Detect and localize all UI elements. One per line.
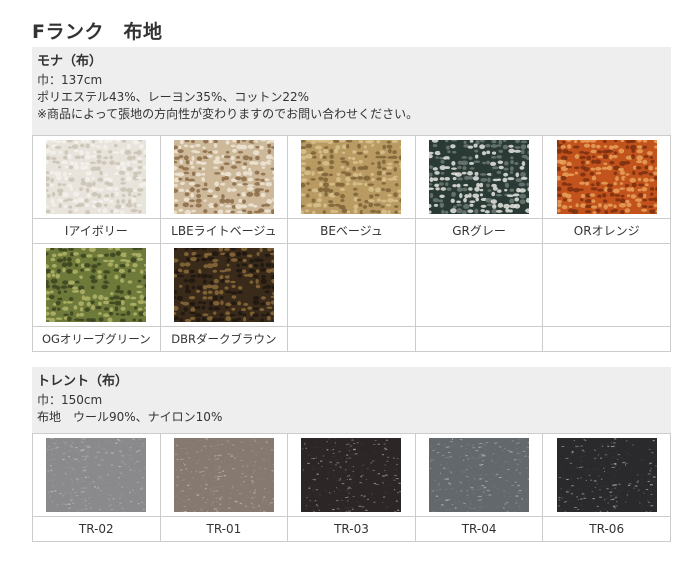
swatch-label: ORオレンジ <box>542 218 671 244</box>
fabric-name: モナ（布） <box>37 54 103 69</box>
swatch-label: LBEライトベージュ <box>159 218 289 244</box>
section-torrent: トレント（布） 巾：150cm 布地 ウール90%、ナイロン10% TR-02 … <box>32 367 671 542</box>
fabric-swatch[interactable] <box>46 248 147 322</box>
fabric-swatch[interactable] <box>173 248 274 322</box>
swatch-cell[interactable] <box>287 433 416 517</box>
swatch-cell[interactable] <box>32 433 161 517</box>
fabric-swatch[interactable] <box>173 438 274 512</box>
fabric-swatch[interactable] <box>429 140 530 214</box>
swatch-cell[interactable] <box>159 243 289 327</box>
fabric-width: 巾：150cm <box>37 393 103 407</box>
swatch-label: TR-02 <box>32 516 161 542</box>
rank-title: Fランク 布地 <box>32 21 163 43</box>
swatch-label: TR-06 <box>542 516 671 542</box>
fabric-swatch[interactable] <box>429 438 530 512</box>
fabric-swatch[interactable] <box>556 140 657 214</box>
fabric-composition: 布地 ウール90%、ナイロン10% <box>37 410 223 424</box>
section-header: モナ（布） 巾：137cm ポリエステル43%、レーヨン35%、コットン22% … <box>32 47 671 135</box>
fabric-composition: ポリエステル43%、レーヨン35%、コットン22% <box>37 90 310 104</box>
swatch-cell[interactable] <box>414 135 544 219</box>
swatch-cell[interactable] <box>542 433 671 517</box>
swatch-cell[interactable] <box>159 135 289 219</box>
swatch-cell[interactable] <box>542 135 671 219</box>
swatch-label: TR-01 <box>159 516 289 542</box>
fabric-swatch[interactable] <box>556 438 657 512</box>
fabric-note: ※商品によって張地の方向性が変わりますのでお問い合わせください。 <box>37 107 419 121</box>
swatch-cell[interactable] <box>414 433 544 517</box>
swatch-label: Iアイボリー <box>32 218 161 244</box>
section-header: トレント（布） 巾：150cm 布地 ウール90%、ナイロン10% <box>32 367 671 433</box>
empty-cell <box>287 326 416 352</box>
swatch-cell[interactable] <box>32 243 161 327</box>
swatch-grid: Iアイボリー LBEライトベージュ BEベージュ GRグレー ORオレンジ OG… <box>32 135 671 352</box>
swatch-label: TR-03 <box>287 516 416 542</box>
fabric-swatch[interactable] <box>301 438 402 512</box>
section-mona: モナ（布） 巾：137cm ポリエステル43%、レーヨン35%、コットン22% … <box>32 47 671 352</box>
swatch-label: BEベージュ <box>287 218 416 244</box>
fabric-width: 巾：137cm <box>37 73 103 87</box>
empty-cell <box>542 326 671 352</box>
swatch-cell[interactable] <box>32 135 161 219</box>
empty-cell <box>542 243 671 327</box>
fabric-swatch[interactable] <box>173 140 274 214</box>
fabric-swatch[interactable] <box>46 140 147 214</box>
fabric-name: トレント（布） <box>37 374 129 389</box>
swatch-label: TR-04 <box>414 516 544 542</box>
empty-cell <box>414 243 544 327</box>
swatch-label: GRグレー <box>414 218 544 244</box>
swatch-cell[interactable] <box>159 433 289 517</box>
swatch-label: DBRダークブラウン <box>159 326 289 352</box>
swatch-label: OGオリーブグリーン <box>32 326 161 352</box>
empty-cell <box>414 326 544 352</box>
empty-cell <box>287 243 416 327</box>
swatch-grid: TR-02 TR-01 TR-03 TR-04 TR-06 <box>32 433 671 542</box>
page: Fランク 布地 モナ（布） 巾：137cm ポリエステル43%、レーヨン35%、… <box>0 0 700 586</box>
fabric-swatch[interactable] <box>46 438 147 512</box>
fabric-swatch[interactable] <box>301 140 402 214</box>
swatch-cell[interactable] <box>287 135 416 219</box>
